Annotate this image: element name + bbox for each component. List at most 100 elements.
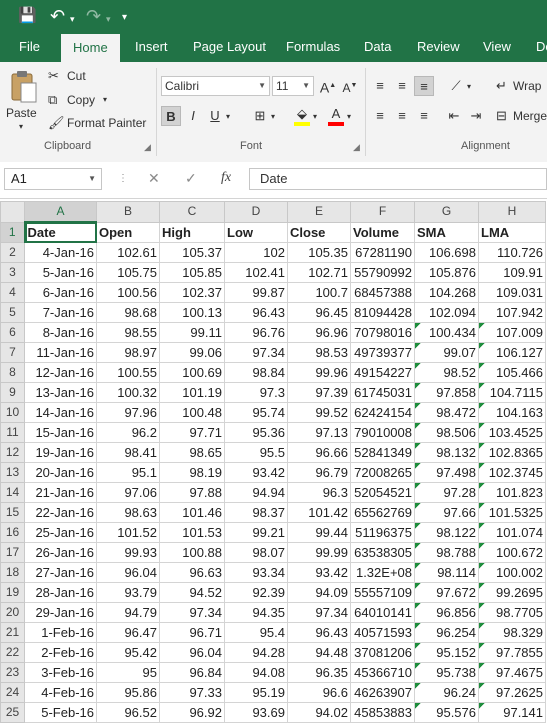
cell[interactable]: 98.41 xyxy=(96,442,160,463)
header-cell[interactable]: LMA xyxy=(478,221,546,243)
column-header-c[interactable]: C xyxy=(159,201,225,223)
cell[interactable]: 29-Jan-16 xyxy=(24,602,97,623)
cell[interactable]: 102.37 xyxy=(159,282,225,303)
cell[interactable]: 101.823 xyxy=(478,482,546,503)
cell[interactable]: 100.434 xyxy=(414,322,479,343)
cell[interactable]: 94.79 xyxy=(96,602,160,623)
cell[interactable]: 95.576 xyxy=(414,702,479,723)
cell[interactable]: 52054521 xyxy=(350,482,415,503)
cell[interactable]: 97.88 xyxy=(159,482,225,503)
row-header[interactable]: 21 xyxy=(0,622,25,643)
cell[interactable]: 63538305 xyxy=(350,542,415,563)
cell[interactable]: 95.74 xyxy=(224,402,288,423)
cell[interactable]: 96.76 xyxy=(224,322,288,343)
row-header[interactable]: 22 xyxy=(0,642,25,663)
cell[interactable]: 102.8365 xyxy=(478,442,546,463)
cell[interactable]: 93.34 xyxy=(224,562,288,583)
cell[interactable]: 99.96 xyxy=(287,362,351,383)
cell[interactable]: 45853883 xyxy=(350,702,415,723)
row-header[interactable]: 10 xyxy=(0,402,25,423)
cell[interactable]: 99.44 xyxy=(287,522,351,543)
cell[interactable]: 46263907 xyxy=(350,682,415,703)
header-cell[interactable]: Close xyxy=(287,221,351,243)
cell[interactable]: 70798016 xyxy=(350,322,415,343)
cell[interactable]: 97.06 xyxy=(96,482,160,503)
cell[interactable]: 100.88 xyxy=(159,542,225,563)
cell[interactable]: 94.02 xyxy=(287,702,351,723)
cell[interactable]: 95.5 xyxy=(224,442,288,463)
tab-review[interactable]: Review xyxy=(417,32,460,62)
underline-dropdown-icon[interactable]: ▾ xyxy=(226,112,230,121)
cell[interactable]: 37081206 xyxy=(350,642,415,663)
orientation-icon[interactable]: ⟋ xyxy=(446,76,466,96)
cell[interactable]: 100.48 xyxy=(159,402,225,423)
paste-button[interactable]: Paste ▾ xyxy=(6,68,42,134)
fill-color-dropdown-icon[interactable]: ▾ xyxy=(313,112,317,121)
cell[interactable]: 15-Jan-16 xyxy=(24,422,97,443)
increase-font-size-icon[interactable]: A▲ xyxy=(318,76,338,96)
row-header[interactable]: 16 xyxy=(0,522,25,543)
cell[interactable]: 102.61 xyxy=(96,242,160,263)
cell[interactable]: 96.79 xyxy=(287,462,351,483)
cell[interactable]: 97.4675 xyxy=(478,662,546,683)
cell[interactable]: 14-Jan-16 xyxy=(24,402,97,423)
cell[interactable]: 99.52 xyxy=(287,402,351,423)
column-header-a[interactable]: A xyxy=(24,201,97,223)
cell[interactable]: 97.2625 xyxy=(478,682,546,703)
cell[interactable]: 97.141 xyxy=(478,702,546,723)
header-cell[interactable]: Open xyxy=(96,221,160,243)
cell[interactable]: 96.43 xyxy=(224,302,288,323)
cell[interactable]: 98.506 xyxy=(414,422,479,443)
customize-toolbar-icon[interactable]: ▾ xyxy=(122,8,127,28)
cell[interactable]: 105.85 xyxy=(159,262,225,283)
format-painter-button[interactable]: 🖌 Format Painter xyxy=(48,115,148,133)
cell[interactable]: 96.63 xyxy=(159,562,225,583)
cell[interactable]: 2-Feb-16 xyxy=(24,642,97,663)
row-header[interactable]: 19 xyxy=(0,582,25,603)
cell[interactable]: 102.094 xyxy=(414,302,479,323)
tab-home[interactable]: Home xyxy=(61,34,120,62)
cell[interactable]: 96.66 xyxy=(287,442,351,463)
align-center-icon[interactable]: ≡ xyxy=(392,106,412,126)
row-header[interactable]: 15 xyxy=(0,502,25,523)
row-header[interactable]: 24 xyxy=(0,682,25,703)
row-header[interactable]: 11 xyxy=(0,422,25,443)
row-header[interactable]: 5 xyxy=(0,302,25,323)
cell[interactable]: 101.42 xyxy=(287,502,351,523)
header-cell[interactable]: Low xyxy=(224,221,288,243)
cell[interactable]: 13-Jan-16 xyxy=(24,382,97,403)
cell[interactable]: 96.24 xyxy=(414,682,479,703)
row-header[interactable]: 7 xyxy=(0,342,25,363)
cell[interactable]: 99.99 xyxy=(287,542,351,563)
decrease-indent-icon[interactable]: ⇤ xyxy=(444,106,464,126)
cell[interactable]: 109.031 xyxy=(478,282,546,303)
undo-icon[interactable]: ↶ xyxy=(50,6,65,26)
column-header-g[interactable]: G xyxy=(414,201,479,223)
cell[interactable]: 95 xyxy=(96,662,160,683)
cell[interactable]: 92.39 xyxy=(224,582,288,603)
cell[interactable]: 94.35 xyxy=(224,602,288,623)
cell[interactable]: 97.858 xyxy=(414,382,479,403)
cell[interactable]: 104.268 xyxy=(414,282,479,303)
cell[interactable]: 98.472 xyxy=(414,402,479,423)
row-header[interactable]: 23 xyxy=(0,662,25,683)
cancel-icon[interactable]: ✕ xyxy=(148,170,160,187)
row-header[interactable]: 3 xyxy=(0,262,25,283)
redo-icon[interactable]: ↷ xyxy=(86,6,101,26)
cell[interactable]: 98.19 xyxy=(159,462,225,483)
row-header[interactable]: 25 xyxy=(0,702,25,723)
cell[interactable]: 93.42 xyxy=(287,562,351,583)
cell[interactable]: 97.3 xyxy=(224,382,288,403)
cell[interactable]: 98.7705 xyxy=(478,602,546,623)
row-header[interactable]: 9 xyxy=(0,382,25,403)
cell[interactable]: 1.32E+08 xyxy=(350,562,415,583)
cell[interactable]: 98.114 xyxy=(414,562,479,583)
cell[interactable]: 101.5325 xyxy=(478,502,546,523)
cell[interactable]: 94.48 xyxy=(287,642,351,663)
cell[interactable]: 98.84 xyxy=(224,362,288,383)
cell[interactable]: 97.34 xyxy=(224,342,288,363)
cell[interactable]: 81094428 xyxy=(350,302,415,323)
cell[interactable]: 67281190 xyxy=(350,242,415,263)
cell[interactable]: 105.37 xyxy=(159,242,225,263)
align-right-icon[interactable]: ≡ xyxy=(414,106,434,126)
